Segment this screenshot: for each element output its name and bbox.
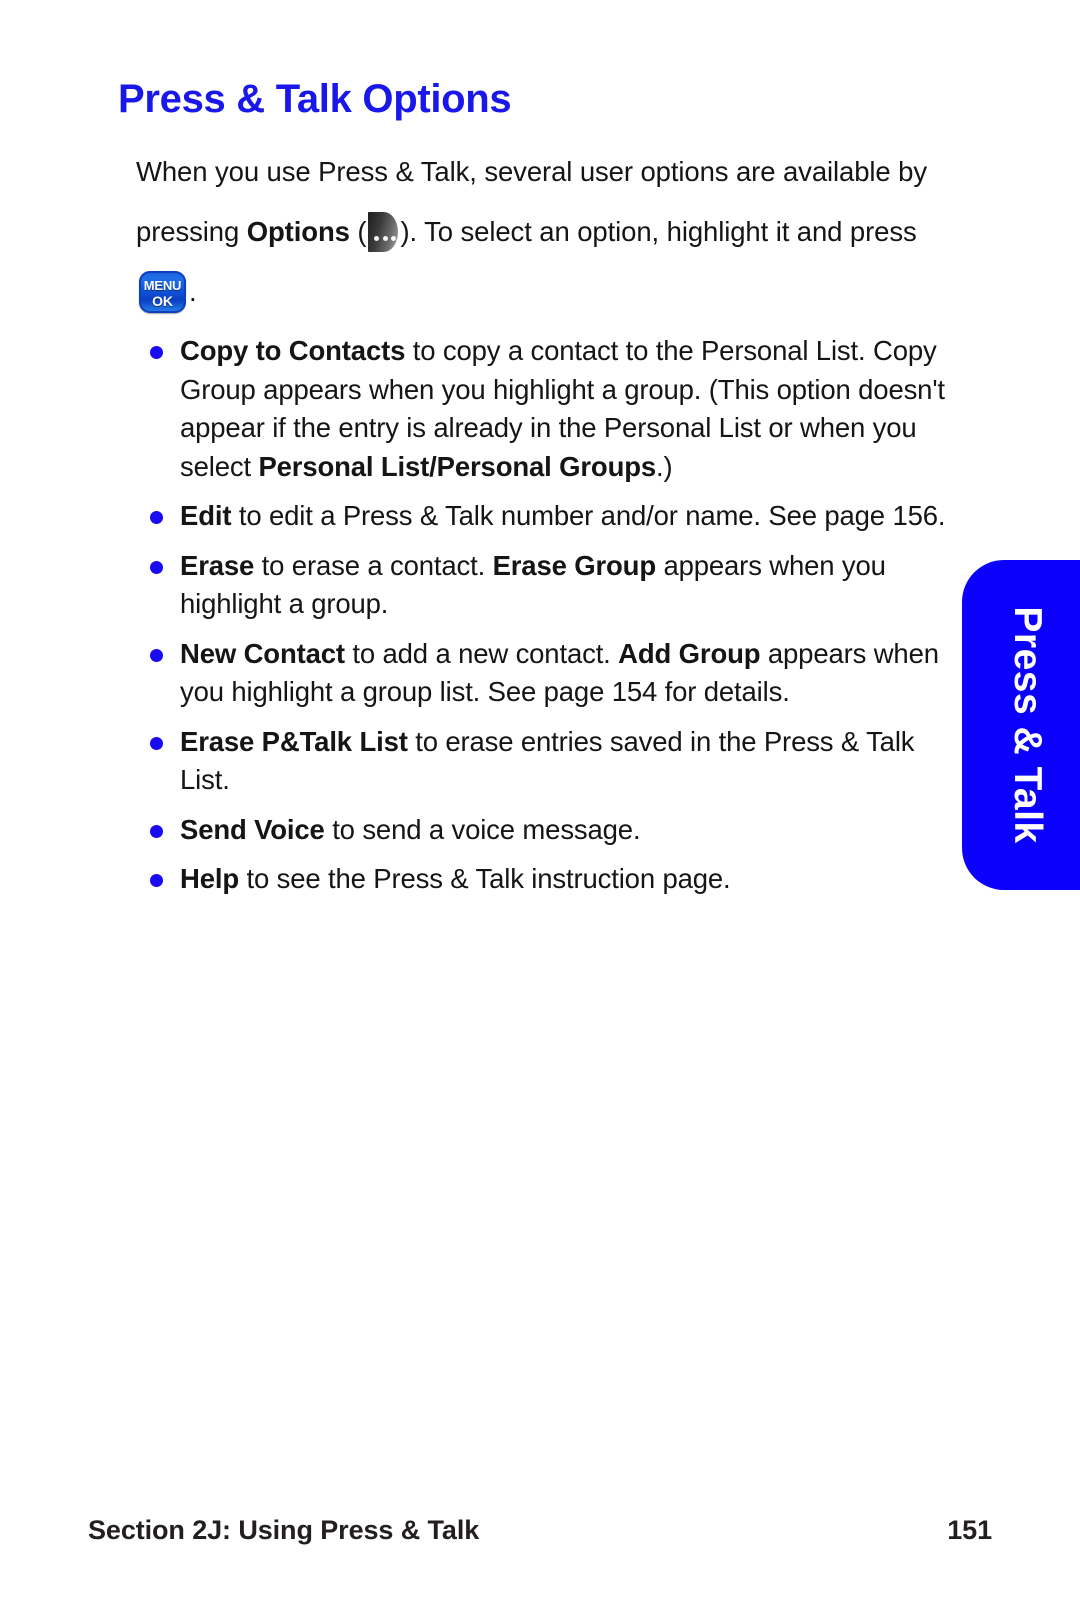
intro-text-part3: ). To select an option, highlight it and…	[400, 216, 917, 247]
option-description: to add a new contact.	[344, 637, 619, 669]
option-term: Help	[180, 863, 239, 894]
section-thumb-tab-label: Press & Talk	[1006, 606, 1049, 844]
option-description: to erase a contact.	[254, 549, 493, 581]
menu-ok-key-line1: MENU	[143, 278, 182, 293]
option-term: Edit	[180, 500, 232, 531]
option-item-help: Help to see the Press & Talk instruction…	[136, 860, 958, 899]
option-term: Send Voice	[180, 813, 325, 845]
section-thumb-tab: Press & Talk	[962, 560, 1080, 890]
option-description: to see the Press & Talk instruction page…	[239, 863, 731, 894]
option-description: .)	[656, 450, 673, 482]
page-title: Press & Talk Options	[118, 77, 512, 121]
option-item-erase: Erase to erase a contact. Erase Group ap…	[136, 547, 958, 624]
option-description: to send a voice message.	[324, 813, 641, 845]
option-term: Personal List/Personal Groups	[258, 450, 657, 482]
option-description: to edit a Press & Talk number and/or nam…	[231, 500, 946, 531]
footer-section-label: Section 2J: Using Press & Talk	[88, 1515, 480, 1545]
option-item-copy-to-contacts: Copy to Contacts to copy a contact to th…	[136, 332, 958, 486]
option-term: Erase Group	[492, 549, 657, 581]
page-content: Press & Talk Options When you use Press …	[118, 78, 958, 910]
page-footer: Section 2J: Using Press & Talk 151	[88, 1515, 992, 1546]
intro-text-part4: .	[189, 276, 197, 307]
option-item-edit: Edit to edit a Press & Talk number and/o…	[136, 497, 958, 536]
option-term: Erase	[180, 549, 255, 581]
option-term: Add Group	[618, 637, 761, 669]
options-softkey-icon	[368, 212, 399, 252]
press-and-talk-options-list: Copy to Contacts to copy a contact to th…	[118, 332, 958, 899]
softkey-dots	[374, 236, 397, 241]
option-term: New Contact	[180, 637, 345, 669]
intro-paragraph: When you use Press & Talk, several user …	[118, 142, 958, 322]
footer-page-number: 151	[947, 1515, 992, 1545]
menu-ok-key-line2: OK	[152, 293, 173, 309]
option-term: Copy to Contacts	[180, 335, 406, 366]
menu-ok-key-icon: MENU OK	[139, 271, 186, 313]
intro-options-bold: Options	[246, 216, 350, 247]
option-item-new-contact: New Contact to add a new contact. Add Gr…	[136, 635, 958, 712]
option-item-erase-ptalk-list: Erase P&Talk List to erase entries saved…	[136, 723, 958, 800]
option-item-send-voice: Send Voice to send a voice message.	[136, 811, 958, 850]
option-term: Erase P&Talk List	[180, 725, 408, 757]
manual-page: Press & Talk Press & Talk Options When y…	[0, 0, 1080, 1620]
intro-text-part2: (	[349, 216, 367, 247]
